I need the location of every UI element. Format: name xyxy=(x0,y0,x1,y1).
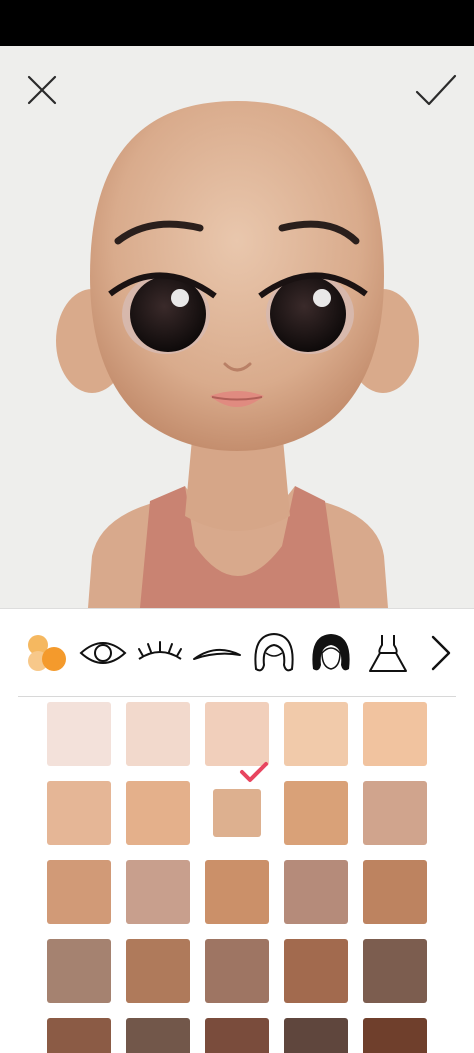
avatar-illustration xyxy=(56,101,419,608)
skin-swatch[interactable] xyxy=(213,789,261,837)
tab-hair-dark[interactable] xyxy=(305,627,357,679)
tab-eyes[interactable] xyxy=(77,627,129,679)
skin-swatch[interactable] xyxy=(284,702,348,766)
close-button[interactable] xyxy=(20,68,64,112)
skin-swatch[interactable] xyxy=(363,1018,427,1053)
status-bar xyxy=(0,0,474,46)
skin-swatch[interactable] xyxy=(47,781,111,845)
eye-icon xyxy=(79,642,127,664)
eyebrow-icon xyxy=(193,648,241,660)
skin-color-circles-icon xyxy=(28,635,66,671)
skin-swatch[interactable] xyxy=(47,939,111,1003)
skin-swatch[interactable] xyxy=(363,702,427,766)
skin-swatch[interactable] xyxy=(205,939,269,1003)
skin-swatch[interactable] xyxy=(284,860,348,924)
dress-icon xyxy=(369,635,407,672)
skin-swatch[interactable] xyxy=(284,939,348,1003)
tab-outfit[interactable] xyxy=(362,627,414,679)
tab-eyelashes[interactable] xyxy=(134,627,186,679)
skin-swatch[interactable] xyxy=(126,781,190,845)
skin-swatch[interactable] xyxy=(363,939,427,1003)
tab-skin-tone[interactable] xyxy=(20,627,72,679)
skin-tone-palette xyxy=(47,702,439,1053)
confirm-button[interactable] xyxy=(414,68,458,112)
chevron-right-icon xyxy=(431,635,451,671)
hair-filled-icon xyxy=(312,634,350,671)
skin-swatch[interactable] xyxy=(47,702,111,766)
selected-check-icon xyxy=(240,762,268,782)
skin-swatch[interactable] xyxy=(126,702,190,766)
skin-swatch[interactable] xyxy=(284,781,348,845)
next-tabs-button[interactable] xyxy=(416,627,466,679)
hair-outline-icon xyxy=(254,632,294,672)
avatar-preview xyxy=(0,46,474,608)
skin-swatch[interactable] xyxy=(126,1018,190,1053)
skin-swatch[interactable] xyxy=(284,1018,348,1053)
tab-hair-light[interactable] xyxy=(248,627,300,679)
skin-swatch[interactable] xyxy=(47,860,111,924)
tab-eyebrows[interactable] xyxy=(191,627,243,679)
skin-swatch[interactable] xyxy=(205,860,269,924)
skin-swatch[interactable] xyxy=(363,781,427,845)
skin-swatch[interactable] xyxy=(126,860,190,924)
skin-swatch[interactable] xyxy=(47,1018,111,1053)
divider xyxy=(18,696,456,697)
eyelash-icon xyxy=(138,641,182,660)
checkmark-icon xyxy=(415,74,457,106)
skin-swatch[interactable] xyxy=(205,702,269,766)
customization-toolbar xyxy=(0,608,474,697)
skin-swatch[interactable] xyxy=(126,939,190,1003)
skin-swatch[interactable] xyxy=(363,860,427,924)
close-icon xyxy=(27,75,57,105)
skin-swatch[interactable] xyxy=(205,1018,269,1053)
